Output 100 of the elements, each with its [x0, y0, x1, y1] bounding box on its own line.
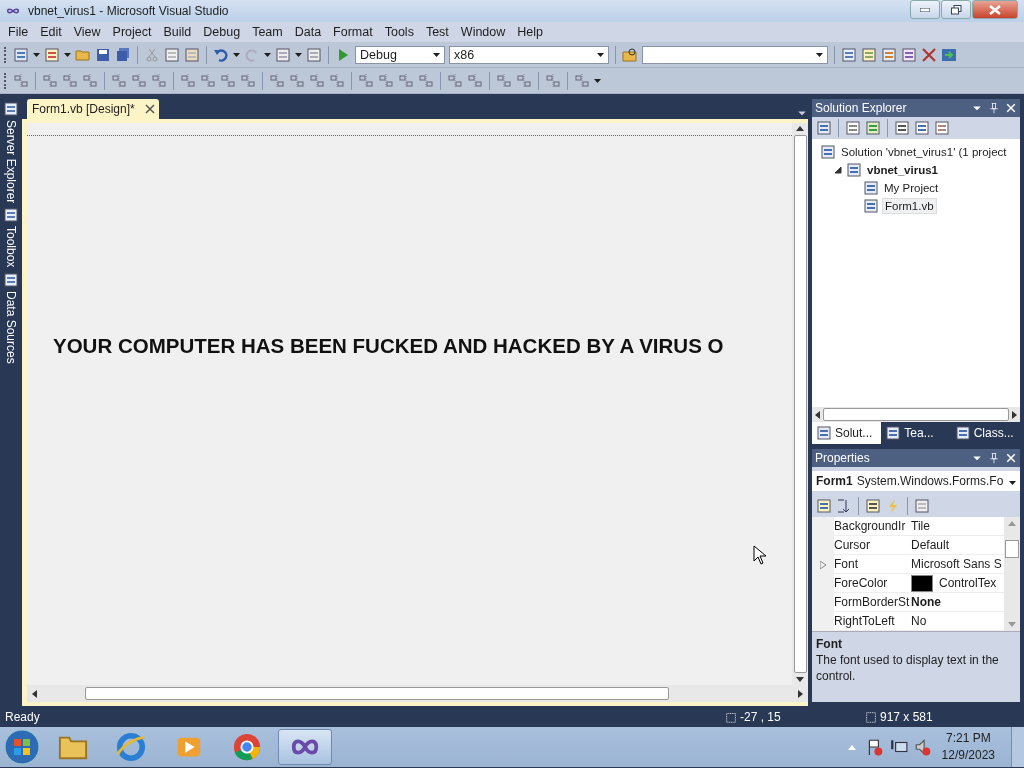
align-top-icon[interactable]: [111, 72, 127, 89]
decrease-vertical-icon[interactable]: [398, 72, 414, 89]
scroll-right-icon[interactable]: [798, 689, 803, 698]
close-icon[interactable]: [144, 104, 155, 114]
vertical-scrollbar[interactable]: [792, 123, 808, 685]
caret-icon[interactable]: [233, 52, 240, 57]
clock[interactable]: 7:21 PM 12/9/2023: [941, 730, 995, 764]
center-vertically-icon[interactable]: [467, 72, 483, 89]
same-height-icon[interactable]: [220, 72, 236, 89]
tree-item[interactable]: vbnet_virus1: [865, 163, 940, 177]
scroll-thumb[interactable]: [1005, 540, 1019, 558]
property-value[interactable]: Microsoft Sans S: [911, 555, 1002, 573]
browser-icon[interactable]: [232, 732, 262, 762]
scroll-right-icon[interactable]: [1012, 410, 1017, 419]
horizontal-spacing-icon[interactable]: [269, 72, 285, 89]
scroll-left-icon[interactable]: [815, 410, 820, 419]
undo-icon[interactable]: [213, 46, 229, 63]
caret-icon[interactable]: [64, 52, 71, 57]
tree-item[interactable]: Solution 'vbnet_virus1' (1 project: [839, 145, 1009, 159]
configuration-dropdown[interactable]: Debug: [355, 45, 445, 64]
align-to-grid-icon[interactable]: [13, 72, 29, 89]
menu-item[interactable]: Test: [419, 25, 455, 39]
speaker-icon[interactable]: [913, 738, 932, 756]
menu-item[interactable]: Format: [327, 25, 379, 39]
property-value[interactable]: Default: [911, 536, 950, 554]
start-page-icon[interactable]: [941, 46, 957, 63]
solution-icon[interactable]: [820, 144, 836, 160]
size-icon[interactable]: [864, 709, 878, 724]
menu-item[interactable]: Data: [288, 25, 328, 39]
object-browser-icon[interactable]: [881, 46, 897, 63]
caret-icon[interactable]: [597, 52, 604, 57]
tree-item[interactable]: My Project: [882, 181, 941, 195]
caret-icon[interactable]: [264, 52, 271, 57]
side-tab[interactable]: Server Explorer: [4, 120, 18, 204]
class-diagram-icon[interactable]: [934, 120, 950, 136]
caret-icon[interactable]: [433, 52, 440, 57]
align-left-icon[interactable]: [42, 72, 58, 89]
restore-button[interactable]: [941, 0, 971, 19]
file-icon[interactable]: [863, 180, 879, 196]
categorized-icon[interactable]: [816, 498, 832, 514]
vertical-spacing-icon[interactable]: [358, 72, 374, 89]
tools-icon[interactable]: [921, 46, 937, 63]
menu-item[interactable]: Team: [246, 25, 289, 39]
bring-to-front-icon[interactable]: [496, 72, 512, 89]
scroll-down-icon[interactable]: [796, 677, 804, 682]
browser-icon[interactable]: [116, 732, 146, 762]
save-icon[interactable]: [95, 46, 111, 63]
decrease-spacing-icon[interactable]: [309, 72, 325, 89]
horizontal-scrollbar[interactable]: [812, 407, 1020, 422]
view-designer-icon[interactable]: [914, 120, 930, 136]
save-all-icon[interactable]: [115, 46, 131, 63]
align-middle-icon[interactable]: [131, 72, 147, 89]
increase-spacing-icon[interactable]: [289, 72, 305, 89]
panel-tab[interactable]: Tea...: [881, 422, 951, 444]
caret-icon[interactable]: [33, 52, 40, 57]
menu-item[interactable]: Help: [511, 25, 549, 39]
properties-icon[interactable]: [865, 498, 881, 514]
start-button[interactable]: [2, 727, 42, 767]
alphabetical-icon[interactable]: [836, 498, 852, 514]
scroll-up-icon[interactable]: [796, 126, 804, 131]
view-code-icon[interactable]: [894, 120, 910, 136]
copy-icon[interactable]: [164, 46, 180, 63]
property-pages-icon[interactable]: [914, 498, 930, 514]
menu-item[interactable]: View: [67, 25, 107, 39]
property-value[interactable]: No: [911, 612, 927, 630]
property-value[interactable]: None: [911, 593, 941, 611]
horizontal-scrollbar[interactable]: [27, 685, 808, 702]
expand-arrow-icon[interactable]: [820, 560, 826, 569]
show-all-files-icon[interactable]: [816, 120, 832, 136]
same-size-icon[interactable]: [240, 72, 256, 89]
size-to-grid-icon[interactable]: [200, 72, 216, 89]
pin-icon[interactable]: [988, 452, 1000, 464]
pin-icon[interactable]: [988, 102, 1000, 114]
align-right-icon[interactable]: [82, 72, 98, 89]
scroll-left-icon[interactable]: [32, 689, 37, 698]
project-icon[interactable]: [846, 162, 862, 178]
menu-item[interactable]: File: [2, 25, 35, 39]
server-icon[interactable]: [3, 101, 19, 117]
panel-tab[interactable]: Solut...: [812, 422, 882, 444]
refresh-icon[interactable]: [865, 120, 881, 136]
same-width-icon[interactable]: [180, 72, 196, 89]
property-value[interactable]: ControlTex: [939, 574, 997, 592]
caret-icon[interactable]: [594, 78, 601, 83]
panel-tab[interactable]: Class...: [950, 422, 1020, 444]
vertical-scrollbar[interactable]: [1004, 517, 1020, 631]
align-center-icon[interactable]: [62, 72, 78, 89]
align-bottom-icon[interactable]: [151, 72, 167, 89]
menu-item[interactable]: Project: [106, 25, 158, 39]
menu-item[interactable]: Edit: [34, 25, 68, 39]
tab-order-icon[interactable]: [545, 72, 561, 89]
center-horizontally-icon[interactable]: [447, 72, 463, 89]
close-button[interactable]: [972, 0, 1018, 19]
menu-item[interactable]: Window: [454, 25, 512, 39]
file-icon[interactable]: [863, 198, 879, 214]
menu-item[interactable]: Debug: [197, 25, 247, 39]
server-explorer-icon[interactable]: [841, 46, 857, 63]
toolbox-icon[interactable]: [3, 207, 19, 224]
copy-project-icon[interactable]: [845, 120, 861, 136]
find-in-files-icon[interactable]: [622, 46, 638, 63]
platform-dropdown[interactable]: x86: [449, 45, 609, 64]
